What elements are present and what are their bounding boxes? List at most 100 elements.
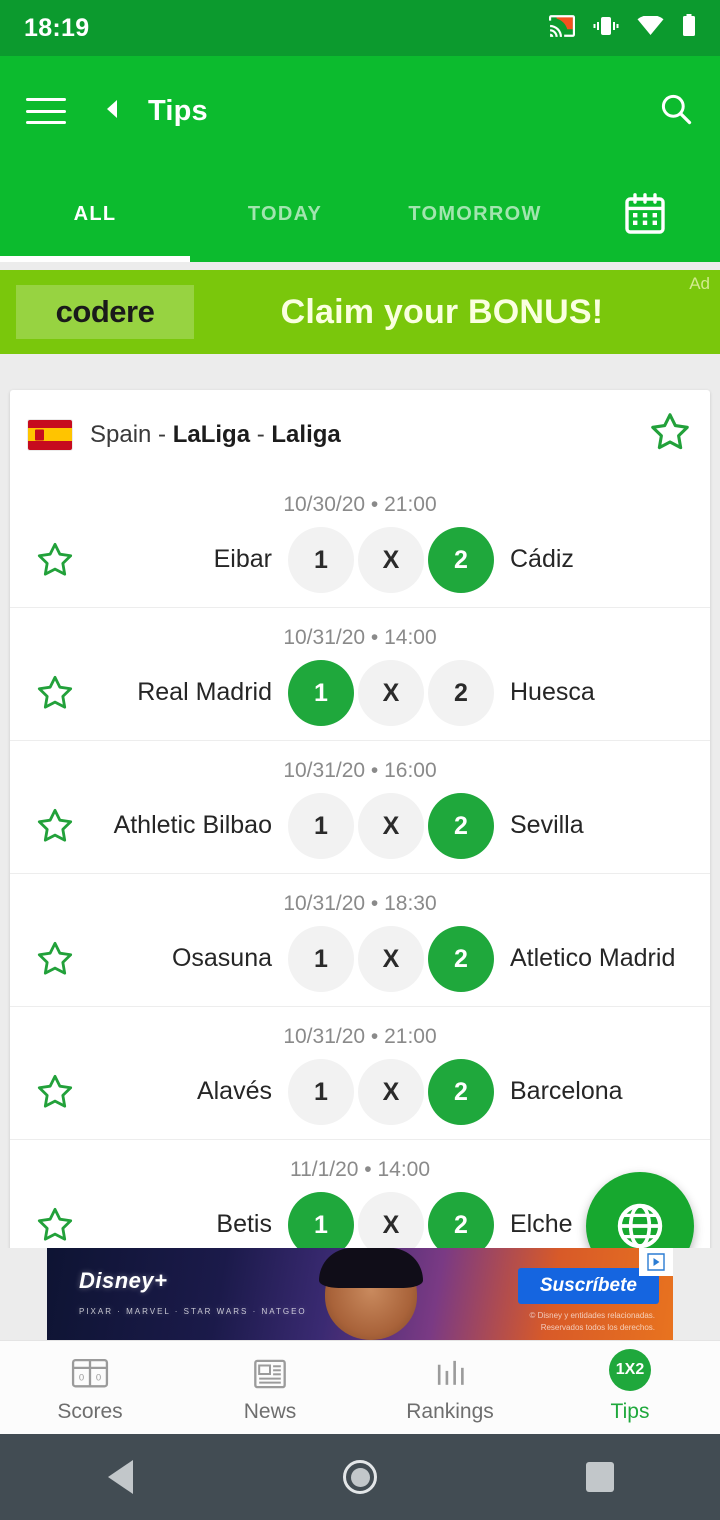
away-team-name: Barcelona [510,1077,623,1106]
home-team-name: Athletic Bilbao [113,811,272,840]
tab-all[interactable]: ALL [0,166,190,262]
match-datetime: 10/31/20 • 14:00 [283,626,437,649]
odds-pill-x[interactable]: X [358,926,424,992]
match-body: Real Madrid 1 X 2 Huesca [10,660,710,726]
match-body: Osasuna 1 X 2 Atletico Madrid [10,926,710,992]
ad-fine-line-2: Reservados todos los derechos. [540,1323,655,1332]
nav-item-news[interactable]: News [180,1351,360,1424]
odds-group: 1X2 [288,527,494,593]
hamburger-icon[interactable] [26,98,66,124]
home-team-name: Alavés [196,1077,272,1106]
disney-plus-logo: Disney+ PIXAR · MARVEL · STAR WARS · NAT… [79,1268,307,1320]
home-circle-icon[interactable] [300,1460,420,1494]
match-favorite-star-icon[interactable] [24,1072,86,1112]
tab-bar: ALL TODAY TOMORROW [0,166,720,262]
away-team-name: Sevilla [510,811,584,840]
nav-item-rankings[interactable]: Rankings [360,1351,540,1424]
league-header[interactable]: Spain - LaLiga - Laliga [10,390,710,475]
odds-pill-2[interactable]: 2 [428,660,494,726]
recents-square-icon[interactable] [540,1462,660,1492]
odds-pill-1[interactable]: 1 [288,1192,354,1248]
home-team-name: Osasuna [171,944,272,973]
odds-pill-2[interactable]: 2 [428,527,494,593]
top-ad-banner[interactable]: codere Claim your BONUS! Ad [0,270,720,354]
nav-label-scores: Scores [57,1400,123,1423]
match-row[interactable]: 10/30/20 • 21:00 Eibar 1 X 2 Cádiz [10,475,710,607]
tab-all-label: ALL [73,202,117,225]
match-favorite-star-icon[interactable] [24,540,86,580]
back-arrow-icon[interactable] [102,97,120,126]
calendar-icon[interactable] [570,166,720,262]
league-favorite-star-icon[interactable] [648,410,692,459]
nav-label-rankings: Rankings [406,1400,494,1423]
away-team-name: Atletico Madrid [510,944,676,973]
tips-badge-label: 1X2 [609,1349,651,1391]
odds-pill-1[interactable]: 1 [288,793,354,859]
league-competition: LaLiga [172,420,251,448]
back-triangle-icon[interactable] [60,1460,180,1494]
ad-fine-line-1: © Disney y entidades relacionadas. [529,1311,655,1320]
svg-text:0: 0 [79,1373,84,1384]
cast-icon [549,14,575,42]
nav-item-tips[interactable]: 1X2 Tips [540,1349,720,1424]
subscribe-button[interactable]: Suscríbete [517,1268,659,1304]
status-time: 18:19 [24,13,90,42]
nav-item-scores[interactable]: 0 0 Scores [0,1351,180,1424]
status-bar: 18:19 [0,0,720,56]
scoreboard-icon: 0 0 [70,1351,110,1391]
disney-plus-brands: PIXAR · MARVEL · STAR WARS · NATGEO [79,1307,307,1316]
odds-pill-x[interactable]: X [358,1192,424,1248]
odds-pill-x[interactable]: X [358,1059,424,1125]
ad-fine-print: © Disney y entidades relacionadas. Reser… [425,1310,655,1334]
adchoices-icon[interactable] [639,1248,673,1276]
match-favorite-star-icon[interactable] [24,1205,86,1245]
odds-pill-x[interactable]: X [358,527,424,593]
phone-screen: 18:19 Tips ALL TODAY TOMORROW codere Cla… [0,0,720,1520]
status-icon-group [549,14,696,42]
app-bar: Tips ALL TODAY TOMORROW [0,56,720,262]
page-title: Tips [148,94,208,127]
tab-tomorrow-label: TOMORROW [408,202,542,225]
odds-pill-1[interactable]: 1 [288,660,354,726]
odds-pill-2[interactable]: 2 [428,793,494,859]
match-favorite-star-icon[interactable] [24,939,86,979]
match-datetime: 10/31/20 • 18:30 [283,892,437,915]
ad-label: Ad [689,274,710,293]
odds-pill-2[interactable]: 2 [428,1059,494,1125]
wifi-icon [637,14,664,41]
match-rows: 10/30/20 • 21:00 Eibar 1 X 2 Cádiz 10/31/20 • … [10,475,710,1248]
match-row[interactable]: 10/31/20 • 16:00 Athletic Bilbao 1 X 2 Sevill… [10,740,710,873]
tab-tomorrow[interactable]: TOMORROW [380,166,570,262]
odds-pill-1[interactable]: 1 [288,1059,354,1125]
match-datetime: 10/30/20 • 21:00 [283,493,437,516]
match-row[interactable]: 10/31/20 • 18:30 Osasuna 1 X 2 Atletico Madri… [10,873,710,1006]
odds-group: 1X2 [288,1059,494,1125]
match-datetime: 10/31/20 • 16:00 [283,759,437,782]
android-system-nav [0,1434,720,1520]
match-row[interactable]: 10/31/20 • 14:00 Real Madrid 1 X 2 Huesca [10,607,710,740]
coco-character-hair [319,1248,423,1288]
odds-pill-1[interactable]: 1 [288,926,354,992]
odds-pill-x[interactable]: X [358,660,424,726]
search-icon[interactable] [658,91,694,132]
match-body: Athletic Bilbao 1 X 2 Sevilla [10,793,710,859]
tab-today[interactable]: TODAY [190,166,380,262]
codere-logo: codere [16,285,194,339]
league-card: Spain - LaLiga - Laliga 10/30/20 • 21:00… [10,390,710,1248]
odds-pill-2[interactable]: 2 [428,1192,494,1248]
odds-pill-1[interactable]: 1 [288,527,354,593]
league-sep-1: - [151,420,173,448]
league-sep-2: - [250,420,272,448]
match-favorite-star-icon[interactable] [24,673,86,713]
bar-chart-icon [431,1351,469,1391]
battery-icon [682,14,696,42]
app-bar-top-row: Tips [0,56,720,166]
top-ad-headline: Claim your BONUS! [280,292,604,331]
match-favorite-star-icon[interactable] [24,806,86,846]
odds-pill-x[interactable]: X [358,793,424,859]
match-row[interactable]: 10/31/20 • 21:00 Alavés 1 X 2 Barcelona [10,1006,710,1139]
odds-pill-2[interactable]: 2 [428,926,494,992]
match-body: Alavés 1 X 2 Barcelona [10,1059,710,1125]
bottom-ad-banner[interactable]: Disney+ PIXAR · MARVEL · STAR WARS · NAT… [0,1248,720,1340]
1x2-badge-icon: 1X2 [609,1349,651,1391]
